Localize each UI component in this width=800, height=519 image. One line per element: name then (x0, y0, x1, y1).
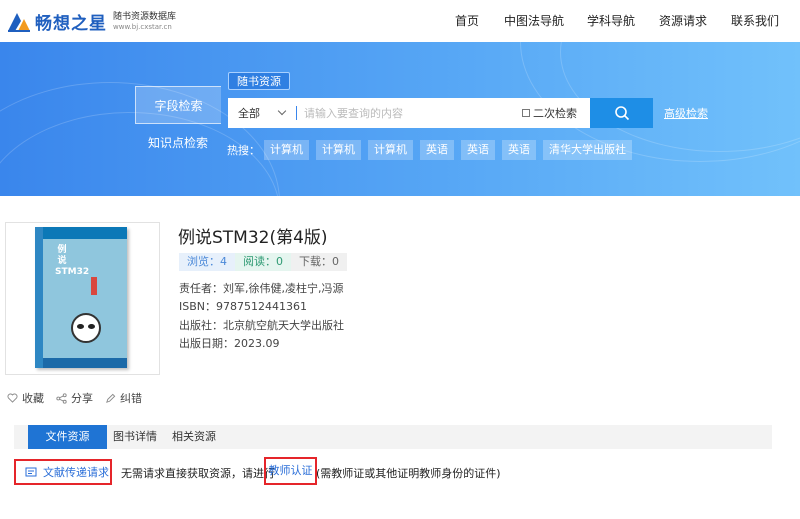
hot-searches: 热搜： 计算机 计算机 计算机 英语 英语 英语 清华大学出版社 (227, 140, 639, 160)
book-cover-mask-icon (71, 313, 101, 343)
stat-download: 下载：0 (291, 253, 347, 271)
tab-related-resources[interactable]: 相关资源 (164, 425, 224, 449)
site-logo[interactable]: 畅想之星 随书资源数据库 www.bj.cxstar.cn (6, 9, 176, 34)
book-cover-image: 例说STM32 (35, 227, 127, 368)
hot-tag[interactable]: 计算机 (316, 140, 361, 160)
hot-tag[interactable]: 英语 (502, 140, 536, 160)
book-publish-date: 出版日期：2023.09 (179, 337, 280, 350)
book-cover-title: 例说STM32 (55, 245, 90, 277)
book-publisher: 出版社：北京航空航天大学出版社 (179, 319, 344, 332)
heart-icon (7, 393, 18, 403)
logo-icon (6, 11, 32, 33)
hot-tag[interactable]: 英语 (461, 140, 495, 160)
request-button-label: 文献传递请求 (43, 466, 109, 479)
stat-read: 阅读：0 (235, 253, 291, 271)
advanced-search-link[interactable]: 高级检索 (664, 105, 708, 121)
nav-clc[interactable]: 中图法导航 (504, 12, 564, 29)
tab-field-search[interactable]: 字段检索 (135, 86, 221, 124)
second-search-toggle[interactable]: 二次检索 (522, 98, 577, 128)
hot-search-label: 热搜： (227, 144, 260, 157)
access-notice: 无需请求直接获取资源，请进行 (121, 467, 275, 480)
tab-file-resources[interactable]: 文件资源 (28, 425, 107, 449)
favorite-label: 收藏 (22, 392, 44, 405)
document-delivery-request-button[interactable]: 文献传递请求 (14, 459, 112, 485)
favorite-button[interactable]: 收藏 (7, 390, 44, 406)
book-cover-spine (35, 227, 43, 368)
teacher-verification-link[interactable]: 教师认证 (264, 457, 317, 485)
document-icon (25, 467, 37, 476)
search-scope-value: 全部 (238, 107, 260, 120)
search-mode-tabs: 字段检索 知识点检索 (135, 86, 221, 162)
resource-type-badge[interactable]: 随书资源 (228, 72, 290, 90)
book-author: 责任者：刘军,徐伟健,凌柱宁,冯源 (179, 282, 344, 295)
hot-tag[interactable]: 清华大学出版社 (543, 140, 632, 160)
book-stats: 浏览：4 阅读：0 下载：0 (179, 253, 347, 271)
search-input[interactable] (304, 98, 514, 128)
share-icon (56, 392, 67, 404)
logo-subtitle-text: 随书资源数据库 (113, 12, 177, 23)
search-box: 全部 二次检索 (228, 98, 653, 128)
book-cover-footer (43, 358, 127, 368)
hot-tag[interactable]: 计算机 (264, 140, 309, 160)
book-actions: 收藏 分享 纠错 (7, 390, 154, 406)
pencil-icon (106, 393, 116, 403)
share-button[interactable]: 分享 (56, 390, 93, 406)
nav-home[interactable]: 首页 (455, 12, 479, 29)
search-banner: 字段检索 知识点检索 随书资源 全部 二次检索 高级检索 热搜： 计算机 计算机… (0, 42, 800, 196)
second-search-checkbox[interactable] (522, 109, 530, 117)
nav-subject[interactable]: 学科导航 (587, 12, 635, 29)
chevron-down-icon (277, 106, 287, 116)
book-cover-frame: 例说STM32 (5, 222, 160, 375)
verification-note: (需教师证或其他证明教师身份的证件) (316, 467, 501, 480)
logo-url: www.bj.cxstar.cn (113, 22, 172, 31)
search-divider (296, 106, 297, 120)
nav-contact[interactable]: 联系我们 (731, 12, 779, 29)
share-label: 分享 (71, 392, 93, 405)
book-isbn: ISBN：9787512441361 (179, 300, 307, 313)
tab-knowledge-search[interactable]: 知识点检索 (135, 124, 221, 162)
report-error-button[interactable]: 纠错 (105, 390, 142, 406)
hot-tag[interactable]: 英语 (420, 140, 454, 160)
search-button[interactable] (590, 98, 653, 128)
resource-tabs: 文件资源 图书详情 相关资源 (14, 425, 772, 449)
search-icon (614, 106, 629, 121)
book-cover-band (43, 227, 127, 239)
search-scope-select[interactable]: 全部 (228, 98, 296, 128)
report-error-label: 纠错 (120, 392, 142, 405)
tab-book-details[interactable]: 图书详情 (107, 425, 163, 449)
hot-tag[interactable]: 计算机 (368, 140, 413, 160)
book-title: 例说STM32(第4版) (178, 228, 328, 248)
nav-request[interactable]: 资源请求 (659, 12, 707, 29)
site-header: 畅想之星 随书资源数据库 www.bj.cxstar.cn 首页 中图法导航 学… (0, 0, 800, 42)
logo-subtitle: 随书资源数据库 www.bj.cxstar.cn (113, 12, 176, 30)
second-search-label: 二次检索 (533, 107, 577, 120)
logo-name: 畅想之星 (35, 14, 107, 34)
stat-browse: 浏览：4 (179, 253, 235, 271)
book-cover-label (91, 277, 97, 295)
